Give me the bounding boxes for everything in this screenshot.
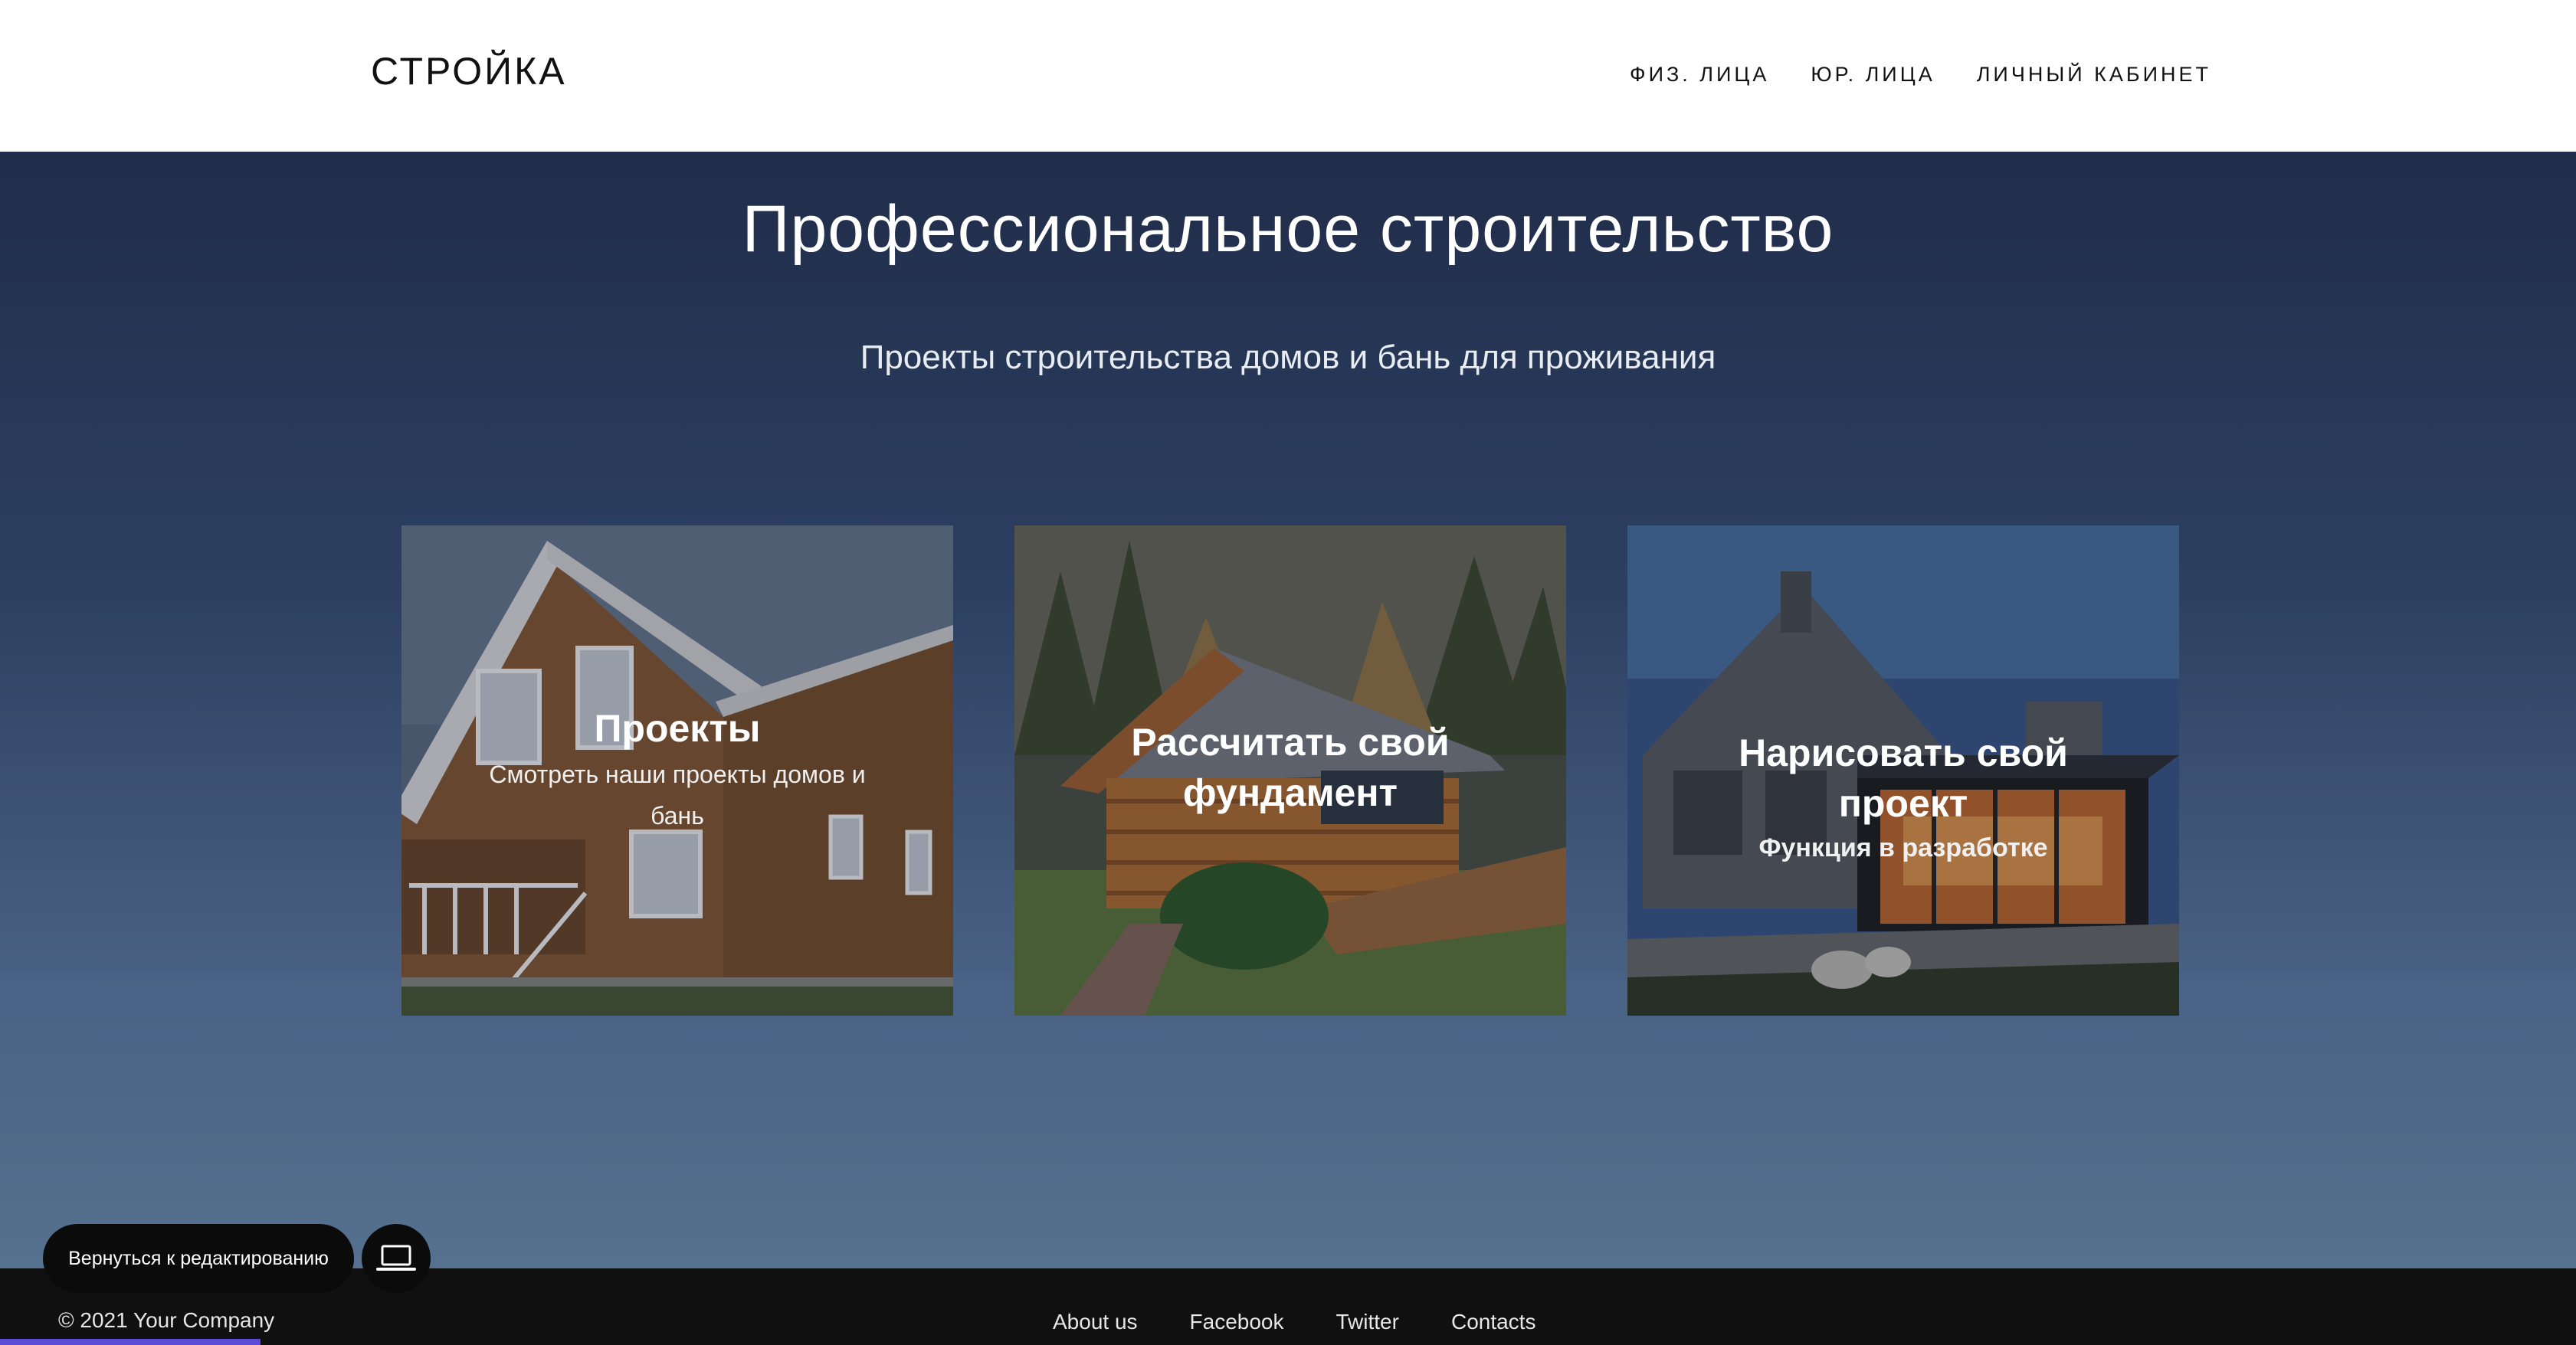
card-projects-description: Смотреть наши проекты домов и бань <box>489 761 866 830</box>
hero-title: Профессиональное строительство <box>742 192 1834 266</box>
nav-link-individuals[interactable]: ФИЗ. ЛИЦА <box>1630 63 1769 87</box>
footer-link-facebook[interactable]: Facebook <box>1190 1310 1284 1334</box>
card-projects[interactable]: Проекты Смотреть наши проекты домов и ба… <box>401 525 953 1016</box>
device-preview-button[interactable] <box>362 1224 431 1293</box>
footer-link-contacts[interactable]: Contacts <box>1451 1310 1536 1334</box>
hero-subtitle: Проекты строительства домов и бань для п… <box>860 339 1716 376</box>
card-projects-text: Проекты Смотреть наши проекты домов и ба… <box>401 703 953 836</box>
card-projects-title: Проекты <box>594 707 761 750</box>
back-to-editing-button[interactable]: Вернуться к редактированию <box>43 1224 354 1293</box>
card-draw-title: Нарисовать свой проект <box>1739 731 2068 825</box>
site-header: СТРОЙКА ФИЗ. ЛИЦА ЮР. ЛИЦА ЛИЧНЫЙ КАБИНЕ… <box>0 0 2576 152</box>
card-foundation[interactable]: Рассчитать свой фундамент <box>1014 525 1566 1016</box>
copyright-text: © 2021 Your Company <box>58 1308 275 1332</box>
card-draw-text: Нарисовать свой проект Функция в разрабо… <box>1627 728 2179 867</box>
laptop-icon <box>376 1245 416 1271</box>
site-logo[interactable]: СТРОЙКА <box>371 49 567 93</box>
nav-link-companies[interactable]: ЮР. ЛИЦА <box>1811 63 1935 87</box>
card-draw-project[interactable]: Нарисовать свой проект Функция в разрабо… <box>1627 525 2179 1016</box>
main-nav: ФИЗ. ЛИЦА ЮР. ЛИЦА ЛИЧНЫЙ КАБИНЕТ <box>1630 63 2211 87</box>
footer-link-twitter[interactable]: Twitter <box>1336 1310 1399 1334</box>
card-foundation-text: Рассчитать свой фундамент <box>1014 717 1566 818</box>
footer-links: About us Facebook Twitter Contacts <box>1053 1310 1535 1334</box>
nav-link-account[interactable]: ЛИЧНЫЙ КАБИНЕТ <box>1977 63 2211 87</box>
progress-strip <box>0 1339 261 1345</box>
card-foundation-title: Рассчитать свой фундамент <box>1131 721 1450 814</box>
card-draw-description: Функция в разработке <box>1758 833 2048 862</box>
footer-link-about[interactable]: About us <box>1053 1310 1138 1334</box>
